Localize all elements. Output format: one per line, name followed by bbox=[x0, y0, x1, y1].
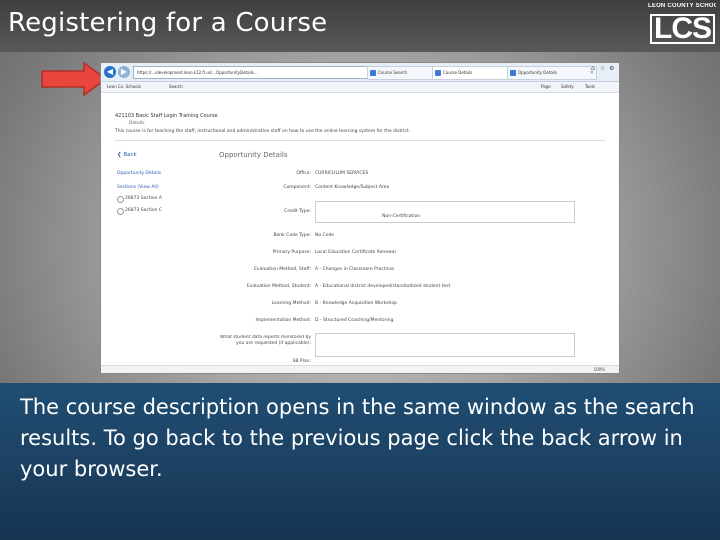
logo-mark: LCS bbox=[650, 12, 715, 45]
panel-title: Opportunity Details bbox=[219, 151, 288, 159]
field-label: Learning Method: bbox=[271, 301, 311, 306]
course-subheading: Details bbox=[129, 121, 145, 126]
divider bbox=[115, 140, 605, 141]
field-label: Credit Type: bbox=[284, 209, 311, 214]
page-content: 421103 Basic Staff Login Training Course… bbox=[101, 93, 619, 373]
section-radio[interactable] bbox=[117, 208, 124, 215]
section-label: 26873 Section C bbox=[125, 208, 163, 213]
tab-course-details[interactable]: Course Details✕ bbox=[432, 66, 516, 80]
zoom-level[interactable]: 100% bbox=[594, 366, 605, 373]
logo-text: LEON COUNTY SCHOOLS bbox=[648, 3, 716, 9]
field-label: Evaluation Method, Student: bbox=[246, 284, 311, 289]
field-label: Bank Code Type: bbox=[273, 233, 311, 238]
course-heading: 421103 Basic Staff Login Training Course bbox=[115, 113, 218, 119]
section-label: 26873 Section A bbox=[125, 196, 162, 201]
field-label: SB Plan: bbox=[292, 359, 311, 364]
tab-favicon-icon bbox=[510, 70, 516, 76]
back-arrow-icon[interactable]: ◀ bbox=[104, 66, 116, 78]
course-description: This course is for teaching the staff, i… bbox=[115, 129, 411, 134]
student-data-box bbox=[315, 333, 575, 357]
field-value: B - Knowledge Acquisition Workshop bbox=[315, 301, 398, 306]
field-value: Local Education Certificate Renewal bbox=[315, 250, 396, 255]
gear-icon[interactable]: ⚙ bbox=[609, 65, 614, 72]
field-value: CURRICULUM SERVICES bbox=[315, 171, 369, 176]
tab-opportunity-details[interactable]: Opportunity Details ✕ bbox=[507, 66, 597, 80]
browser-toolbar: ◀ ▶ https://...idevelopment.leon.k12.fl.… bbox=[101, 63, 619, 82]
field-label: Implementation Method: bbox=[255, 318, 311, 323]
favorite-leon-co-schools[interactable]: Leon Co. Schools bbox=[107, 83, 141, 91]
favorites-bar: Leon Co. Schools Search Page Safety Tool… bbox=[101, 82, 619, 93]
title-bar: Registering for a Course LEON COUNTY SCH… bbox=[0, 0, 720, 52]
address-bar[interactable]: https://...idevelopment.leon.k12.fl.us/.… bbox=[133, 66, 368, 79]
field-value: A - Changes in Classroom Practices bbox=[315, 267, 395, 272]
browser-screenshot: ◀ ▶ https://...idevelopment.leon.k12.fl.… bbox=[100, 62, 620, 374]
tab-course-search[interactable]: Course Search✕ bbox=[367, 66, 441, 80]
field-label: What student data reports monitored by y… bbox=[219, 335, 311, 346]
credit-type-box: Non-Certification bbox=[315, 201, 575, 223]
field-label: Office: bbox=[296, 171, 311, 176]
field-value: No Code bbox=[315, 233, 335, 238]
field-value: Content Knowledge/Subject Area bbox=[315, 185, 390, 190]
safety-menu[interactable]: Safety bbox=[561, 83, 574, 91]
field-value: D - Structured Coaching/Mentoring bbox=[315, 318, 394, 323]
page-menu[interactable]: Page bbox=[541, 83, 551, 91]
slide-caption: The course description opens in the same… bbox=[20, 395, 695, 481]
field-value: Non-Certification bbox=[382, 214, 421, 219]
forward-arrow-icon[interactable]: ▶ bbox=[118, 66, 130, 78]
sidebar-item-sections[interactable]: Sections (View All) bbox=[117, 185, 159, 190]
tab-favicon-icon bbox=[435, 70, 441, 76]
field-label: Component: bbox=[283, 185, 311, 190]
star-icon[interactable]: ☆ bbox=[600, 65, 605, 72]
section-radio[interactable] bbox=[117, 196, 124, 203]
slide-title: Registering for a Course bbox=[8, 8, 328, 38]
field-value: A - Educational district developed/stand… bbox=[315, 284, 451, 289]
field-label: Evaluation Method, Staff: bbox=[254, 267, 311, 272]
home-icon[interactable]: ⌂ bbox=[591, 65, 595, 72]
tools-menu[interactable]: Tools bbox=[585, 83, 595, 91]
tab-favicon-icon bbox=[370, 70, 376, 76]
back-link[interactable]: ❮ Back bbox=[117, 152, 137, 158]
favorite-search[interactable]: Search bbox=[169, 83, 183, 91]
leon-county-schools-logo: LEON COUNTY SCHOOLS LCS bbox=[648, 3, 716, 47]
pointer-arrow-icon bbox=[41, 61, 108, 97]
field-label: Primary Purpose: bbox=[272, 250, 311, 255]
status-bar: 100% bbox=[101, 365, 619, 373]
sidebar-item-opportunity-details[interactable]: Opportunity Details bbox=[117, 171, 161, 176]
